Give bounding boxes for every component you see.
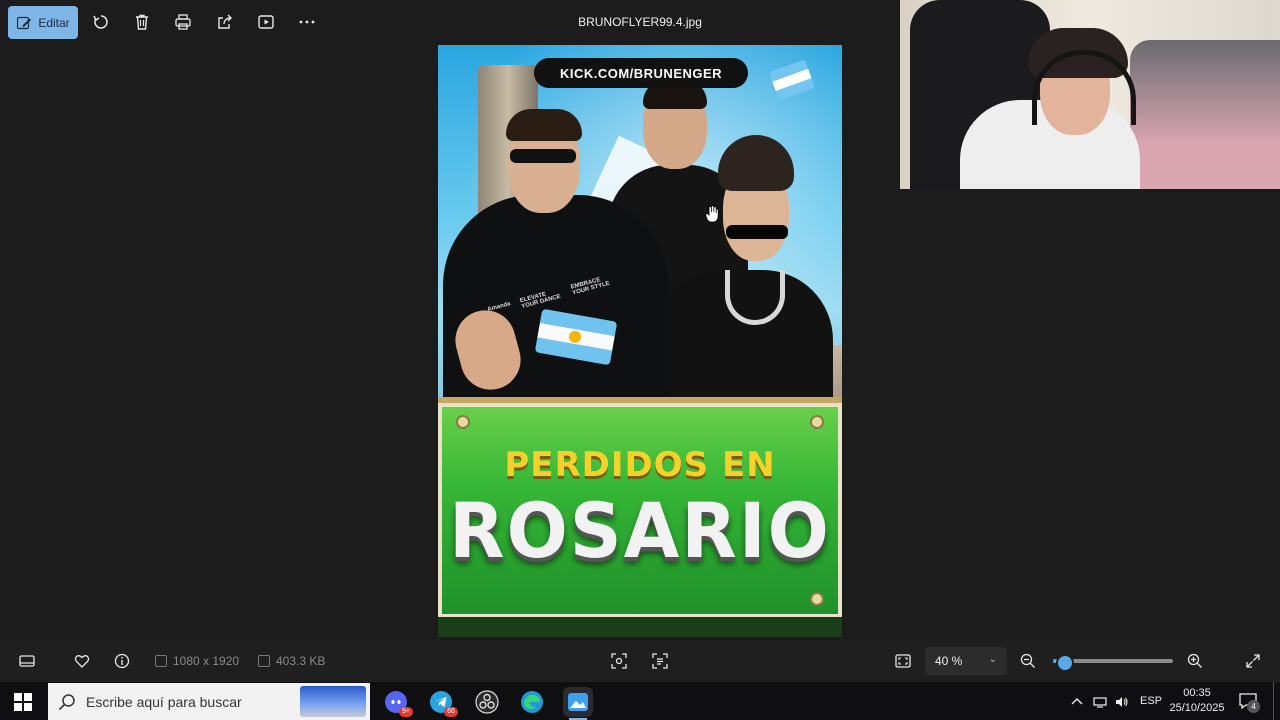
displayed-image[interactable]: Amanda ELEVATE YOUR DANCE EMBRACE YOUR S… xyxy=(438,45,842,637)
chevron-down-icon: ⌄ xyxy=(988,654,997,665)
save-disk-icon xyxy=(258,655,270,667)
favorite-heart-icon[interactable] xyxy=(73,652,91,670)
edit-button-label: Editar xyxy=(38,15,70,30)
discord-app-button[interactable]: 9+ xyxy=(381,687,413,717)
edge-icon xyxy=(521,691,543,713)
clock-time: 00:35 xyxy=(1183,687,1211,699)
rivet-icon xyxy=(456,415,470,429)
clock[interactable]: 00:35 25/10/2025 xyxy=(1165,686,1229,716)
discord-badge: 9+ xyxy=(399,707,413,717)
edit-button[interactable]: Editar xyxy=(8,6,78,39)
search-highlight-image[interactable] xyxy=(300,686,366,717)
trash-icon[interactable] xyxy=(131,11,153,33)
zoom-in-icon[interactable] xyxy=(1186,652,1204,670)
share-icon[interactable] xyxy=(214,11,236,33)
photos-icon xyxy=(568,693,588,711)
show-hidden-icons-icon[interactable] xyxy=(1069,694,1085,710)
rotate-icon[interactable] xyxy=(90,11,112,33)
edge-app-button[interactable] xyxy=(517,687,547,717)
text-scan-icon[interactable] xyxy=(651,652,669,670)
search-placeholder: Escribe aquí para buscar xyxy=(86,693,242,710)
file-size: 403.3 KB xyxy=(258,654,325,668)
obs-app-button[interactable] xyxy=(472,687,502,717)
hand-cursor-icon xyxy=(705,205,719,223)
network-icon[interactable] xyxy=(1092,694,1108,710)
fullscreen-expand-icon[interactable] xyxy=(1244,652,1262,670)
rivet-icon xyxy=(810,415,824,429)
telegram-badge: 66 xyxy=(444,707,458,717)
kick-url-label: KICK.COM/BRUNENGER xyxy=(534,58,748,88)
input-language[interactable]: ESP xyxy=(1140,695,1162,707)
telegram-app-button[interactable]: 66 xyxy=(426,687,458,717)
dimensions-icon xyxy=(155,655,167,667)
banner-title-line1: PERDIDOS EN xyxy=(504,445,776,485)
zoom-level-value: 40 % xyxy=(935,654,963,668)
clock-date: 25/10/2025 xyxy=(1169,702,1225,714)
volume-icon[interactable] xyxy=(1114,694,1130,710)
info-icon[interactable] xyxy=(113,652,131,670)
filmstrip-icon[interactable] xyxy=(18,652,36,670)
windows-start-icon[interactable] xyxy=(14,693,32,711)
photos-app-button[interactable] xyxy=(563,687,593,720)
notification-count-badge: 4 xyxy=(1247,700,1260,713)
fit-to-window-icon[interactable] xyxy=(894,652,912,670)
show-desktop-button[interactable] xyxy=(1273,682,1274,720)
viewer-bottom-bar: 1080 x 1920 403.3 KB 40 % ⌄ xyxy=(0,640,1280,682)
windows-taskbar: Escribe aquí para buscar 9+ 66 ESP 00:35… xyxy=(0,682,1280,720)
file-title: BRUNOFLYER99.4.jpg xyxy=(578,15,702,29)
zoom-slider[interactable] xyxy=(1053,654,1173,672)
bed xyxy=(1130,40,1280,189)
banner-title-line2: ROSARIO xyxy=(449,486,831,576)
slideshow-icon[interactable] xyxy=(255,11,277,33)
rivet-icon xyxy=(810,592,824,606)
obs-icon xyxy=(475,690,499,714)
search-icon xyxy=(58,693,75,710)
sunglasses xyxy=(726,225,788,239)
visual-search-icon[interactable] xyxy=(610,652,628,670)
zoom-out-icon[interactable] xyxy=(1019,652,1037,670)
zoom-slider-thumb[interactable] xyxy=(1056,654,1074,672)
sunglasses xyxy=(510,149,576,163)
taskbar-search-box[interactable]: Escribe aquí para buscar xyxy=(48,683,370,720)
more-options-icon[interactable] xyxy=(296,11,318,33)
webcam-overlay xyxy=(900,0,1280,189)
edit-image-icon xyxy=(17,16,32,29)
title-banner: PERDIDOS EN ROSARIO xyxy=(438,397,842,624)
print-icon[interactable] xyxy=(172,11,194,33)
image-dimensions: 1080 x 1920 xyxy=(155,654,239,668)
zoom-level-dropdown[interactable]: 40 % ⌄ xyxy=(925,647,1007,675)
